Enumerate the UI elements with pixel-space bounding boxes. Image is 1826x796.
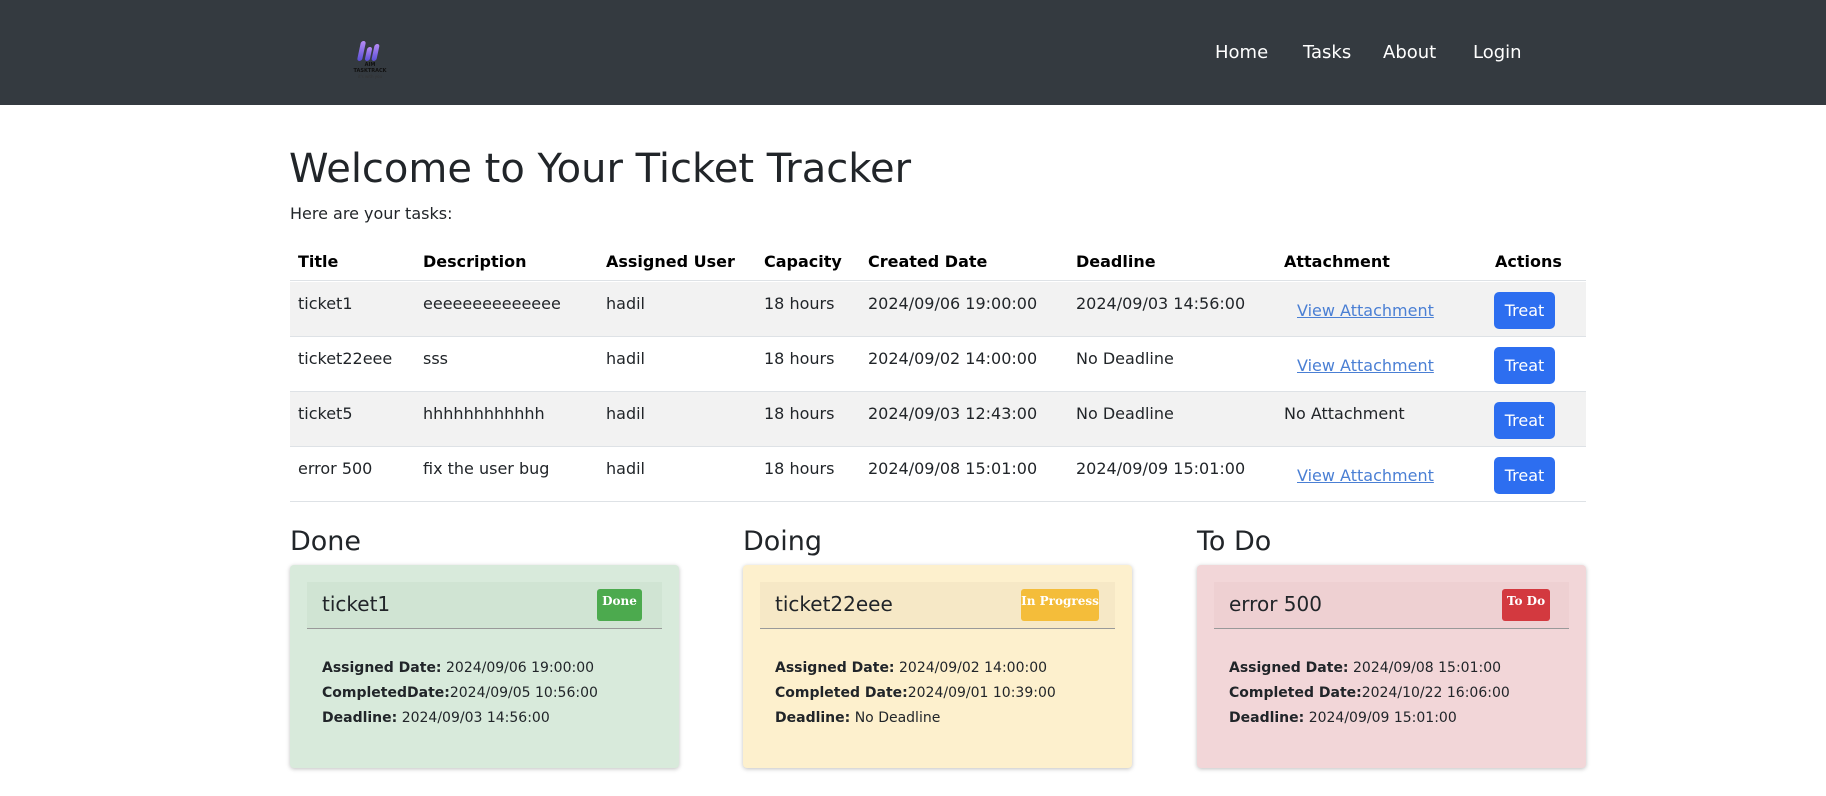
completed-date-label: Completed Date: — [775, 685, 908, 701]
card-title: error 500 — [1229, 592, 1322, 616]
column-header-attachment: Attachment — [1284, 252, 1390, 271]
assigned-date-value: 2024/09/08 15:01:00 — [1353, 660, 1502, 676]
view-attachment-link[interactable]: View Attachment — [1297, 356, 1434, 375]
completed-date-value: 2024/10/22 16:06:00 — [1361, 685, 1510, 701]
status-badge: In Progress — [1021, 589, 1099, 621]
cell-created-date: 2024/09/03 12:43:00 — [868, 404, 1038, 423]
nav-home[interactable]: Home — [1215, 42, 1268, 63]
treat-button[interactable]: Treat — [1494, 402, 1555, 439]
deadline-value: 2024/09/09 15:01:00 — [1308, 710, 1457, 726]
cell-assigned-user: hadil — [606, 404, 645, 423]
cell-created-date: 2024/09/06 19:00:00 — [868, 294, 1038, 313]
done-card[interactable]: ticket1 Done Assigned Date: 2024/09/06 1… — [290, 565, 679, 768]
deadline-value: No Deadline — [854, 710, 941, 726]
assigned-date-value: 2024/09/06 19:00:00 — [446, 660, 595, 676]
column-header-assigned-user: Assigned User — [606, 252, 735, 271]
card-body: Assigned Date: 2024/09/06 19:00:00 Compl… — [322, 660, 598, 735]
deadline-label: Deadline: — [775, 710, 851, 726]
no-attachment-text: No Attachment — [1284, 404, 1405, 423]
cell-title: error 500 — [298, 459, 373, 478]
deadline-label: Deadline: — [322, 710, 398, 726]
deadline-value: 2024/09/03 14:56:00 — [401, 710, 550, 726]
treat-button[interactable]: Treat — [1494, 292, 1555, 329]
cell-capacity: 18 hours — [764, 404, 835, 423]
column-heading-todo: To Do — [1197, 526, 1272, 557]
assigned-date-label: Assigned Date: — [322, 660, 442, 676]
cell-title: ticket1 — [298, 294, 353, 313]
cell-capacity: 18 hours — [764, 294, 835, 313]
column-header-capacity: Capacity — [764, 252, 842, 271]
table-header-row: Title Description Assigned User Capacity… — [290, 243, 1586, 281]
page-title: Welcome to Your Ticket Tracker — [289, 146, 912, 192]
cell-deadline: 2024/09/03 14:56:00 — [1076, 294, 1246, 313]
card-title: ticket1 — [322, 592, 391, 616]
column-header-description: Description — [423, 252, 527, 271]
assigned-date-label: Assigned Date: — [1229, 660, 1349, 676]
column-header-title: Title — [298, 252, 339, 271]
completed-date-value: 2024/09/01 10:39:00 — [907, 685, 1056, 701]
card-header: ticket1 Done — [307, 582, 662, 629]
column-heading-doing: Doing — [743, 526, 823, 557]
doing-card[interactable]: ticket22eee In Progress Assigned Date: 2… — [743, 565, 1132, 768]
cell-assigned-user: hadil — [606, 294, 645, 313]
table-row: ticket5 hhhhhhhhhhhh hadil 18 hours 2024… — [290, 392, 1586, 447]
column-header-deadline: Deadline — [1076, 252, 1156, 271]
assigned-date-label: Assigned Date: — [775, 660, 895, 676]
page-subtitle: Here are your tasks: — [290, 204, 453, 223]
logo-bars-icon — [356, 37, 383, 61]
navbar: AIM TASKTRACK it's with you Home Tasks A… — [0, 0, 1826, 105]
cell-assigned-user: hadil — [606, 349, 645, 368]
nav-tasks[interactable]: Tasks — [1303, 42, 1351, 63]
completed-date-value: 2024/09/05 10:56:00 — [449, 685, 598, 701]
cell-title: ticket5 — [298, 404, 353, 423]
nav-about[interactable]: About — [1383, 42, 1436, 63]
status-badge: Done — [597, 589, 642, 621]
todo-card[interactable]: error 500 To Do Assigned Date: 2024/09/0… — [1197, 565, 1586, 768]
cell-capacity: 18 hours — [764, 349, 835, 368]
treat-button[interactable]: Treat — [1494, 457, 1555, 494]
cell-capacity: 18 hours — [764, 459, 835, 478]
table-row: ticket1 eeeeeeeeeeeeee hadil 18 hours 20… — [290, 282, 1586, 337]
view-attachment-link[interactable]: View Attachment — [1297, 466, 1434, 485]
cell-description: eeeeeeeeeeeeee — [423, 294, 561, 313]
table-row: ticket22eee sss hadil 18 hours 2024/09/0… — [290, 337, 1586, 392]
view-attachment-link[interactable]: View Attachment — [1297, 301, 1434, 320]
column-heading-done: Done — [290, 526, 362, 557]
cell-deadline: No Deadline — [1076, 404, 1174, 423]
card-header: ticket22eee In Progress — [760, 582, 1115, 629]
cell-description: hhhhhhhhhhhh — [423, 404, 545, 423]
cell-description: fix the user bug — [423, 459, 550, 478]
card-header: error 500 To Do — [1214, 582, 1569, 629]
completed-date-label: Completed Date: — [1229, 685, 1362, 701]
brand-logo[interactable]: AIM TASKTRACK it's with you — [344, 35, 396, 79]
card-title: ticket22eee — [775, 592, 893, 616]
assigned-date-value: 2024/09/02 14:00:00 — [899, 660, 1048, 676]
cell-created-date: 2024/09/02 14:00:00 — [868, 349, 1038, 368]
completed-date-label: CompletedDate: — [322, 685, 450, 701]
cell-deadline: No Deadline — [1076, 349, 1174, 368]
cell-deadline: 2024/09/09 15:01:00 — [1076, 459, 1246, 478]
logo-text-line3: it's with you — [357, 74, 383, 79]
card-body: Assigned Date: 2024/09/08 15:01:00 Compl… — [1229, 660, 1510, 735]
cell-description: sss — [423, 349, 449, 368]
table-row: error 500 fix the user bug hadil 18 hour… — [290, 447, 1586, 502]
treat-button[interactable]: Treat — [1494, 347, 1555, 384]
cell-assigned-user: hadil — [606, 459, 645, 478]
nav-login[interactable]: Login — [1473, 42, 1522, 63]
status-badge: To Do — [1502, 589, 1550, 621]
deadline-label: Deadline: — [1229, 710, 1305, 726]
cell-title: ticket22eee — [298, 349, 393, 368]
column-header-created-date: Created Date — [868, 252, 988, 271]
cell-created-date: 2024/09/08 15:01:00 — [868, 459, 1038, 478]
card-body: Assigned Date: 2024/09/02 14:00:00 Compl… — [775, 660, 1056, 735]
column-header-actions: Actions — [1495, 252, 1562, 271]
